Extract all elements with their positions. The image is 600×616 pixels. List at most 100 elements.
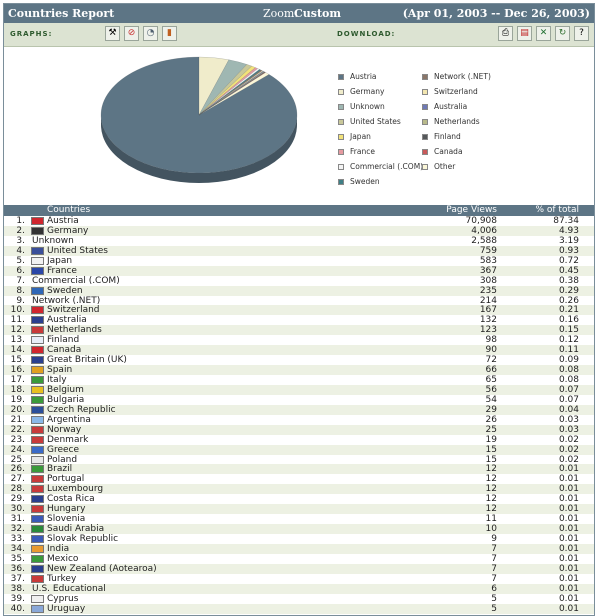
pie-chart-button[interactable]: ◔	[143, 26, 158, 41]
zoom-label: Zoom:	[263, 7, 299, 20]
row-country-name: Norway	[47, 424, 82, 435]
country-flag-icon	[31, 465, 44, 474]
legend-label: Other	[434, 162, 456, 171]
legend-swatch	[338, 103, 344, 110]
country-flag-icon	[31, 316, 44, 325]
table-row[interactable]: 23. Denmark 19 0.02	[4, 435, 594, 445]
row-rank: 32.	[10, 524, 25, 535]
table-row[interactable]: 20. Czech Republic 29 0.04	[4, 404, 594, 415]
help-button[interactable]: ?	[574, 26, 589, 41]
toolbar: GRAPHS: ⚒ ⊘ ◔ ▮ DOWNLOAD: ⎙ ▤ ✕ ↻ ?	[4, 23, 594, 47]
table-row[interactable]: 31. Slovenia 11 0.01	[4, 514, 594, 524]
table-row[interactable]: 6. France 367 0.45	[4, 265, 594, 276]
print-button[interactable]: ⎙	[498, 26, 513, 41]
table-row[interactable]: 8. Sweden 235 0.29	[4, 285, 594, 296]
table-row[interactable]: 17. Italy 65 0.08	[4, 375, 594, 385]
row-country-name: France	[47, 265, 77, 276]
legend-item: Sweden	[338, 177, 380, 186]
table-row[interactable]: 1. Austria 70,908 87.34	[4, 216, 594, 226]
table-row[interactable]: 30. Hungary 12 0.01	[4, 504, 594, 514]
table-row[interactable]: 10. Switzerland 167 0.21	[4, 305, 594, 315]
table-row[interactable]: 37. Turkey 7 0.01	[4, 574, 594, 584]
table-row[interactable]: 4. United States 759 0.93	[4, 245, 594, 256]
row-country-name: Sweden	[47, 285, 83, 296]
header-page-views[interactable]: Page Views	[446, 205, 497, 216]
row-page-views: 72	[485, 355, 497, 366]
table-row[interactable]: 25. Poland 15 0.02	[4, 455, 594, 465]
table-row[interactable]: 28. Luxembourg 12 0.01	[4, 484, 594, 494]
refresh-button[interactable]: ↻	[555, 26, 570, 41]
table-row[interactable]: 38. U.S. Educational 6 0.01	[4, 583, 594, 594]
table-row[interactable]: 22. Norway 25 0.03	[4, 424, 594, 435]
country-flag-icon	[31, 226, 44, 235]
row-percent: 0.11	[558, 345, 579, 356]
header-percent[interactable]: % of total	[535, 205, 579, 216]
country-flag-icon	[31, 286, 44, 295]
row-page-views: 759	[479, 245, 497, 256]
table-row[interactable]: 33. Slovak Republic 9 0.01	[4, 534, 594, 544]
table-row[interactable]: 12. Netherlands 123 0.15	[4, 325, 594, 335]
header-countries[interactable]: Countries	[47, 205, 90, 216]
excel-button[interactable]: ✕	[536, 26, 551, 41]
date-range: (Apr 01, 2003 -- Dec 26, 2003)	[402, 7, 590, 20]
row-rank: 23.	[10, 434, 25, 445]
row-page-views: 98	[485, 335, 497, 346]
country-flag-icon	[31, 564, 44, 573]
table-row[interactable]: 5. Japan 583 0.72	[4, 256, 594, 266]
table-row[interactable]: 27. Portugal 12 0.01	[4, 474, 594, 484]
table-row[interactable]: 2. Germany 4,006 4.93	[4, 225, 594, 236]
row-rank: 16.	[10, 365, 25, 376]
table-row[interactable]: 40. Uruguay 5 0.01	[4, 603, 594, 614]
table-row[interactable]: 9. Network (.NET) 214 0.26	[4, 296, 594, 306]
table-row[interactable]: 39. Cyprus 5 0.01	[4, 594, 594, 604]
table-row[interactable]: 34. India 7 0.01	[4, 543, 594, 554]
table-row[interactable]: 15. Great Britain (UK) 72 0.09	[4, 355, 594, 365]
row-rank: 17.	[10, 375, 25, 385]
row-country-name: United States	[47, 245, 108, 256]
table-row[interactable]: 11. Australia 132 0.16	[4, 315, 594, 325]
row-country-name: Hungary	[47, 504, 86, 515]
row-percent: 0.01	[558, 573, 579, 584]
row-country-name: Argentina	[47, 414, 91, 425]
table-row[interactable]: 29. Costa Rica 12 0.01	[4, 494, 594, 504]
country-flag-icon	[31, 366, 44, 375]
row-percent: 0.01	[558, 484, 579, 495]
table-row[interactable]: 16. Spain 66 0.08	[4, 365, 594, 375]
table-row[interactable]: 26. Brazil 12 0.01	[4, 464, 594, 474]
bar-chart-icon: ▮	[167, 28, 172, 38]
table-row[interactable]: 3. Unknown 2,588 3.19	[4, 236, 594, 246]
table-row[interactable]: 7. Commercial (.COM) 308 0.38	[4, 276, 594, 286]
legend-label: Sweden	[350, 177, 380, 186]
row-rank: 26.	[10, 464, 25, 475]
table-row[interactable]: 24. Greece 15 0.02	[4, 444, 594, 455]
table-row[interactable]: 18. Belgium 56 0.07	[4, 384, 594, 395]
row-rank: 4.	[16, 245, 25, 256]
tools-button[interactable]: ⚒	[105, 26, 120, 41]
legend-swatch	[338, 73, 344, 80]
table-row[interactable]: 35. Mexico 7 0.01	[4, 554, 594, 564]
zoom-value[interactable]: Custom	[294, 7, 341, 20]
bar-chart-button[interactable]: ▮	[162, 26, 177, 41]
no-chart-button[interactable]: ⊘	[124, 26, 139, 41]
table-row[interactable]: 36. New Zealand (Aotearoa) 7 0.01	[4, 563, 594, 574]
legend-label: Japan	[350, 132, 371, 141]
row-rank: 24.	[10, 444, 25, 455]
row-rank: 28.	[10, 484, 25, 495]
legend-item: Japan	[338, 132, 371, 141]
row-page-views: 235	[479, 285, 497, 296]
pdf-button[interactable]: ▤	[517, 26, 532, 41]
table-row[interactable]: 32. Saudi Arabia 10 0.01	[4, 524, 594, 534]
legend-label: Network (.NET)	[434, 72, 491, 81]
row-page-views: 12	[485, 504, 497, 515]
legend-label: Commercial (.COM)	[350, 162, 424, 171]
table-row[interactable]: 21. Argentina 26 0.03	[4, 415, 594, 425]
row-country-name: Cyprus	[47, 593, 79, 604]
table-row[interactable]: 14. Canada 90 0.11	[4, 345, 594, 355]
table-row[interactable]: 13. Finland 98 0.12	[4, 335, 594, 345]
legend-label: France	[350, 147, 375, 156]
legend-label: United States	[350, 117, 401, 126]
row-page-views: 2,588	[471, 235, 497, 246]
legend-label: Canada	[434, 147, 463, 156]
legend-swatch	[338, 148, 344, 155]
table-row[interactable]: 19. Bulgaria 54 0.07	[4, 395, 594, 405]
